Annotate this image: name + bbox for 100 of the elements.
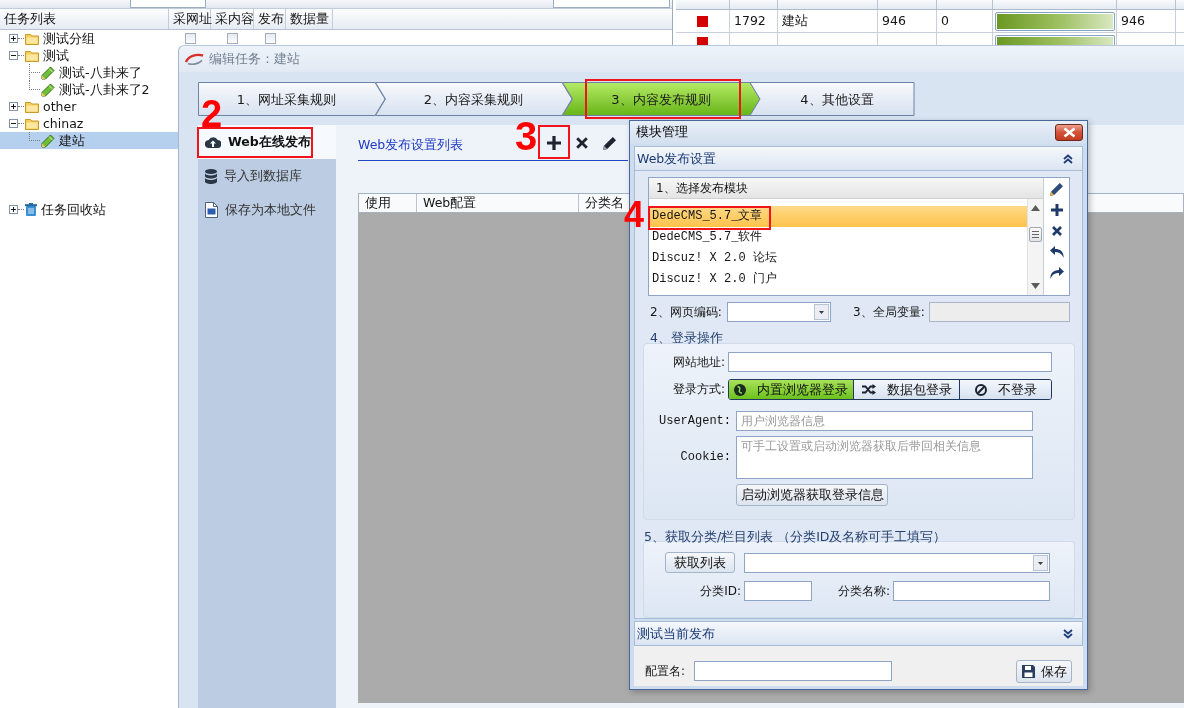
- table-cell: 946: [878, 10, 937, 32]
- tree-row[interactable]: 测试-八卦来了: [0, 64, 178, 81]
- category-name-field[interactable]: [893, 581, 1050, 601]
- step-tab[interactable]: 3、内容发布规则: [562, 82, 761, 116]
- tree-row[interactable]: 测试分组: [0, 30, 286, 47]
- step-tab[interactable]: 2、内容采集规则: [375, 82, 573, 116]
- section-header[interactable]: Web发布设置: [634, 146, 1083, 171]
- group-title: 4、登录操作: [650, 330, 723, 346]
- category-id-field[interactable]: [744, 581, 812, 601]
- column-header: 采内容: [211, 9, 254, 29]
- shuffle-icon: [861, 384, 876, 395]
- folder-icon: [25, 32, 39, 45]
- login-method-button[interactable]: 数据包登录: [854, 380, 960, 399]
- field-label: UserAgent:: [659, 413, 731, 429]
- folder-icon: [25, 100, 39, 113]
- field-label: 分类名称:: [837, 583, 890, 599]
- tree-row[interactable]: chinaz: [0, 115, 178, 132]
- table-cell: 0: [937, 10, 993, 32]
- database-icon: [205, 168, 217, 184]
- column-header: 发布: [254, 9, 286, 29]
- column-header: 数据量: [286, 9, 333, 29]
- section-header[interactable]: 测试当前发布: [634, 621, 1083, 646]
- site-url-field[interactable]: [728, 352, 1052, 372]
- checkbox[interactable]: [264, 33, 276, 44]
- field-label: 2、网页编码:: [650, 304, 722, 320]
- tree-item-label: 建站: [59, 132, 85, 149]
- scroll-down-icon[interactable]: [1031, 283, 1040, 289]
- list-item[interactable]: Discuz! X 2.0 论坛: [649, 248, 1027, 269]
- column-header: 采网址: [169, 9, 211, 29]
- collapse-icon[interactable]: [9, 51, 18, 60]
- redo-icon[interactable]: [1049, 266, 1064, 279]
- field-label: 分类ID:: [700, 583, 741, 599]
- save-button[interactable]: 保存: [1016, 660, 1072, 683]
- logo-icon: [185, 53, 204, 65]
- tree-row[interactable]: 建站: [0, 132, 178, 149]
- tree-item-label: 测试分组: [43, 30, 95, 47]
- table-cell: 建站: [778, 10, 878, 32]
- close-icon: [1062, 127, 1076, 138]
- document-icon: [205, 202, 218, 218]
- tree-row[interactable]: other: [0, 98, 178, 115]
- list-item[interactable]: Discuz! X 2.0 门户: [649, 269, 1027, 290]
- column-header: 使用: [359, 194, 417, 212]
- user-agent-field[interactable]: 用户浏览器信息: [736, 411, 1033, 431]
- save-icon: [1021, 665, 1035, 678]
- config-name-field[interactable]: [694, 661, 892, 681]
- cookie-field[interactable]: 可手工设置或启动浏览器获取后带回相关信息: [736, 436, 1033, 479]
- field-label: Cookie:: [680, 450, 731, 465]
- scroll-up-icon[interactable]: [1031, 205, 1040, 211]
- list-item[interactable]: DedeCMS_5.7_文章: [649, 206, 1027, 227]
- pencil-icon[interactable]: [1049, 181, 1064, 196]
- expand-icon[interactable]: [9, 34, 18, 43]
- search-field[interactable]: [553, 0, 670, 8]
- undo-icon[interactable]: [1049, 245, 1064, 258]
- pencil-icon: [41, 65, 55, 80]
- field-label: 3、全局变量:: [853, 304, 925, 320]
- pencil-icon: [41, 133, 55, 148]
- field-label: 登录方式:: [672, 382, 725, 397]
- table-cell: 946: [1117, 10, 1176, 32]
- folder-icon: [25, 49, 39, 62]
- pencil-icon[interactable]: [603, 136, 617, 150]
- list-header: 1、选择发布模块: [649, 178, 1043, 199]
- plus-icon[interactable]: [547, 136, 561, 150]
- nav-item[interactable]: 保存为本地文件: [198, 193, 336, 227]
- tree-row[interactable]: 测试-八卦来了2: [0, 81, 178, 98]
- cross-icon[interactable]: [1051, 225, 1062, 236]
- dropdown-field[interactable]: [130, 0, 206, 8]
- login-method-button[interactable]: 不登录: [960, 380, 1051, 399]
- column-header: 任务列表: [0, 9, 169, 29]
- tree-item-label: 测试-八卦来了2: [59, 81, 150, 98]
- group-title: 5、获取分类/栏目列表 （分类ID及名称可手工填写）: [644, 529, 947, 545]
- plus-icon[interactable]: [1050, 203, 1063, 216]
- globe-icon: [734, 383, 746, 396]
- tree-item-label: chinaz: [43, 115, 84, 132]
- cloud-upload-icon: [205, 136, 221, 148]
- list-item[interactable]: DedeCMS_5.7_软件: [649, 227, 1027, 248]
- launch-browser-button[interactable]: 启动浏览器获取登录信息: [736, 484, 888, 506]
- field-label: 配置名:: [645, 663, 686, 679]
- scrollbar-thumb[interactable]: [1029, 227, 1042, 242]
- collapse-icon[interactable]: [9, 119, 18, 128]
- tree-item-label: other: [43, 98, 77, 115]
- expand-icon[interactable]: [9, 205, 18, 214]
- expand-icon[interactable]: [9, 102, 18, 111]
- dialog-title: 模块管理: [636, 124, 688, 141]
- folder-icon: [25, 117, 39, 130]
- step-tab[interactable]: 4、其他设置: [749, 82, 915, 116]
- pencil-icon: [41, 82, 55, 97]
- login-method-button[interactable]: 内置浏览器登录: [729, 380, 854, 399]
- tree-row[interactable]: 测试: [0, 47, 178, 64]
- close-button[interactable]: [1055, 124, 1083, 141]
- tree-item-label: 任务回收站: [41, 201, 106, 218]
- list-title: Web发布设置列表: [358, 136, 464, 153]
- checkbox[interactable]: [184, 33, 196, 44]
- cross-icon[interactable]: [576, 137, 588, 149]
- tree-item-label: 测试-八卦来了: [59, 64, 142, 81]
- column-header: Web配置: [417, 194, 579, 212]
- fetch-list-button[interactable]: 获取列表: [665, 552, 735, 573]
- nav-item[interactable]: 导入到数据库: [198, 159, 336, 193]
- tree-row[interactable]: 任务回收站: [0, 201, 178, 218]
- checkbox[interactable]: [227, 33, 238, 44]
- table-cell: 1792: [730, 10, 778, 32]
